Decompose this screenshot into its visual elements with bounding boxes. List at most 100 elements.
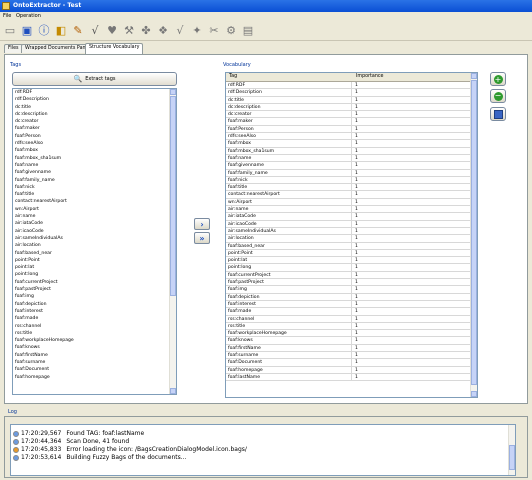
tag-cell[interactable]: foaf:lastName <box>226 373 352 382</box>
title-bar[interactable]: OntoExtractor - Test <box>0 0 532 12</box>
vocabulary-scroll-down[interactable] <box>471 391 477 397</box>
table-row[interactable]: foaf:surname 1 <box>226 351 471 360</box>
importance-cell[interactable]: 1 <box>353 228 358 235</box>
open-folder-icon[interactable]: ▣ <box>19 22 35 38</box>
tag-cell[interactable]: dc:creator <box>226 111 352 119</box>
tag-cell[interactable]: foaf:knows <box>226 337 352 345</box>
scroll-down-arrow[interactable] <box>170 388 176 394</box>
info-icon[interactable]: ⓘ <box>36 22 52 38</box>
importance-cell[interactable]: 1 <box>353 118 358 125</box>
importance-cell[interactable]: 1 <box>353 367 358 374</box>
scroll-thumb[interactable] <box>170 96 176 296</box>
tag-list-item[interactable]: foaf:family_name <box>13 177 176 184</box>
vocabulary-scrollbar[interactable] <box>470 73 477 397</box>
tag-list-item[interactable]: rss:title <box>13 330 176 337</box>
table-row[interactable]: dc:description 1 <box>226 103 471 112</box>
tag-cell[interactable]: point:lat <box>226 257 352 265</box>
table-row[interactable]: foaf:family_name 1 <box>226 169 471 177</box>
importance-cell[interactable]: 1 <box>353 82 358 89</box>
importance-cell[interactable]: 1 <box>353 316 358 323</box>
tag-cell[interactable]: point:long <box>226 264 352 272</box>
table-row[interactable]: foaf:nick 1 <box>226 176 471 185</box>
table-row[interactable]: foaf:depiction 1 <box>226 293 471 301</box>
importance-cell[interactable]: 1 <box>353 279 358 286</box>
sqrt-icon[interactable]: √ <box>172 22 188 38</box>
importance-cell[interactable]: 1 <box>353 352 358 359</box>
importance-cell[interactable]: 1 <box>353 170 358 177</box>
document-icon[interactable]: ▤ <box>240 22 256 38</box>
importance-cell[interactable]: 1 <box>353 126 358 133</box>
table-row[interactable]: foaf:Person 1 <box>226 125 471 134</box>
tag-cell[interactable]: foaf:mbox_sha1sum <box>226 147 352 155</box>
importance-cell[interactable]: 1 <box>353 97 358 104</box>
scroll-up-arrow[interactable] <box>170 89 176 95</box>
wrench-icon[interactable]: ⚒ <box>121 22 137 38</box>
importance-cell[interactable]: 1 <box>353 345 358 352</box>
tag-list-item[interactable]: rdfs:seeAlso <box>13 140 176 147</box>
heart-icon[interactable]: ♥ <box>104 22 120 38</box>
vocabulary-scroll-up[interactable] <box>471 73 477 79</box>
vocabulary-scroll-thumb[interactable] <box>471 80 477 385</box>
importance-cell[interactable]: 1 <box>353 264 358 271</box>
vocabulary-table[interactable]: Tag Importance rdf:RDF 1 rdf:Description 1 d… <box>225 72 478 398</box>
tag-cell[interactable]: wn:Airport <box>226 198 352 207</box>
tag-cell[interactable]: foaf:surname <box>226 351 352 360</box>
tag-cell[interactable]: contact:nearestAirport <box>226 191 352 199</box>
table-row[interactable]: air:name 1 <box>226 206 471 214</box>
tag-cell[interactable]: foaf:name <box>226 154 352 163</box>
tag-list-item[interactable]: foaf:title <box>13 191 176 198</box>
importance-cell[interactable]: 1 <box>353 89 358 96</box>
tag-cell[interactable]: foaf:Document <box>226 359 352 367</box>
tag-cell[interactable]: air:sameIndividualAs <box>226 227 352 236</box>
table-row[interactable]: point:long 1 <box>226 264 471 272</box>
tag-cell[interactable]: air:name <box>226 206 352 214</box>
importance-cell[interactable]: 1 <box>353 250 358 257</box>
importance-cell[interactable]: 1 <box>353 162 358 169</box>
table-row[interactable]: foaf:lastName 1 <box>226 373 471 382</box>
formula-icon[interactable]: √ <box>87 22 103 38</box>
tag-list-item[interactable]: foaf:img <box>13 293 176 300</box>
table-row[interactable]: foaf:title 1 <box>226 184 471 192</box>
importance-cell[interactable]: 1 <box>353 140 358 147</box>
table-row[interactable]: foaf:workplaceHomepage 1 <box>226 330 471 338</box>
tag-list-item[interactable]: foaf:Person <box>13 133 176 140</box>
tag-list-item[interactable]: rdf:RDF <box>13 89 176 96</box>
remove-vocabulary-button[interactable]: − <box>490 89 506 103</box>
shape-icon[interactable]: ✦ <box>189 22 205 38</box>
tag-list-item[interactable]: foaf:interest <box>13 308 176 315</box>
importance-cell[interactable]: 1 <box>353 243 358 250</box>
table-row[interactable]: rdf:Description 1 <box>226 89 471 97</box>
tag-list-item[interactable]: foaf:homepage <box>13 374 176 381</box>
tag-cell[interactable]: rdf:RDF <box>226 82 352 90</box>
importance-cell[interactable]: 1 <box>353 235 358 242</box>
table-row[interactable]: rss:channel 1 <box>226 315 471 323</box>
table-row[interactable]: foaf:based_near 1 <box>226 242 471 250</box>
table-row[interactable]: foaf:firstName 1 <box>226 344 471 352</box>
table-row[interactable]: dc:creator 1 <box>226 111 471 119</box>
box-icon[interactable]: ◧ <box>53 22 69 38</box>
table-row[interactable]: air:icaoCode 1 <box>226 220 471 228</box>
importance-cell[interactable]: 1 <box>353 111 358 118</box>
tag-cell[interactable]: foaf:img <box>226 286 352 294</box>
tag-cell[interactable]: foaf:made <box>226 308 352 316</box>
importance-cell[interactable]: 1 <box>353 374 358 381</box>
tag-cell[interactable]: foaf:title <box>226 184 352 192</box>
tag-cell[interactable]: foaf:mbox <box>226 140 352 148</box>
tag-list-item[interactable]: foaf:workplaceHomepage <box>13 337 176 344</box>
tab-structure-vocabulary[interactable]: Structure Vocabulary <box>85 43 144 54</box>
importance-cell[interactable]: 1 <box>353 272 358 279</box>
tag-list-item[interactable]: point:long <box>13 271 176 278</box>
save-vocabulary-button[interactable] <box>490 107 506 121</box>
tag-cell[interactable]: foaf:firstName <box>226 344 352 352</box>
table-row[interactable]: foaf:givenname 1 <box>226 162 471 170</box>
importance-cell[interactable]: 1 <box>353 199 358 206</box>
importance-cell[interactable]: 1 <box>353 323 358 330</box>
table-row[interactable]: foaf:made 1 <box>226 308 471 316</box>
tag-list-item[interactable]: rdf:Description <box>13 96 176 103</box>
table-row[interactable]: foaf:mbox 1 <box>226 140 471 148</box>
add-vocabulary-button[interactable]: + <box>490 72 506 86</box>
tag-list-item[interactable]: air:sameIndividualAs <box>13 235 176 242</box>
tag-cell[interactable]: foaf:pastProject <box>226 279 352 287</box>
importance-cell[interactable]: 1 <box>353 221 358 228</box>
tag-cell[interactable]: foaf:family_name <box>226 169 352 177</box>
